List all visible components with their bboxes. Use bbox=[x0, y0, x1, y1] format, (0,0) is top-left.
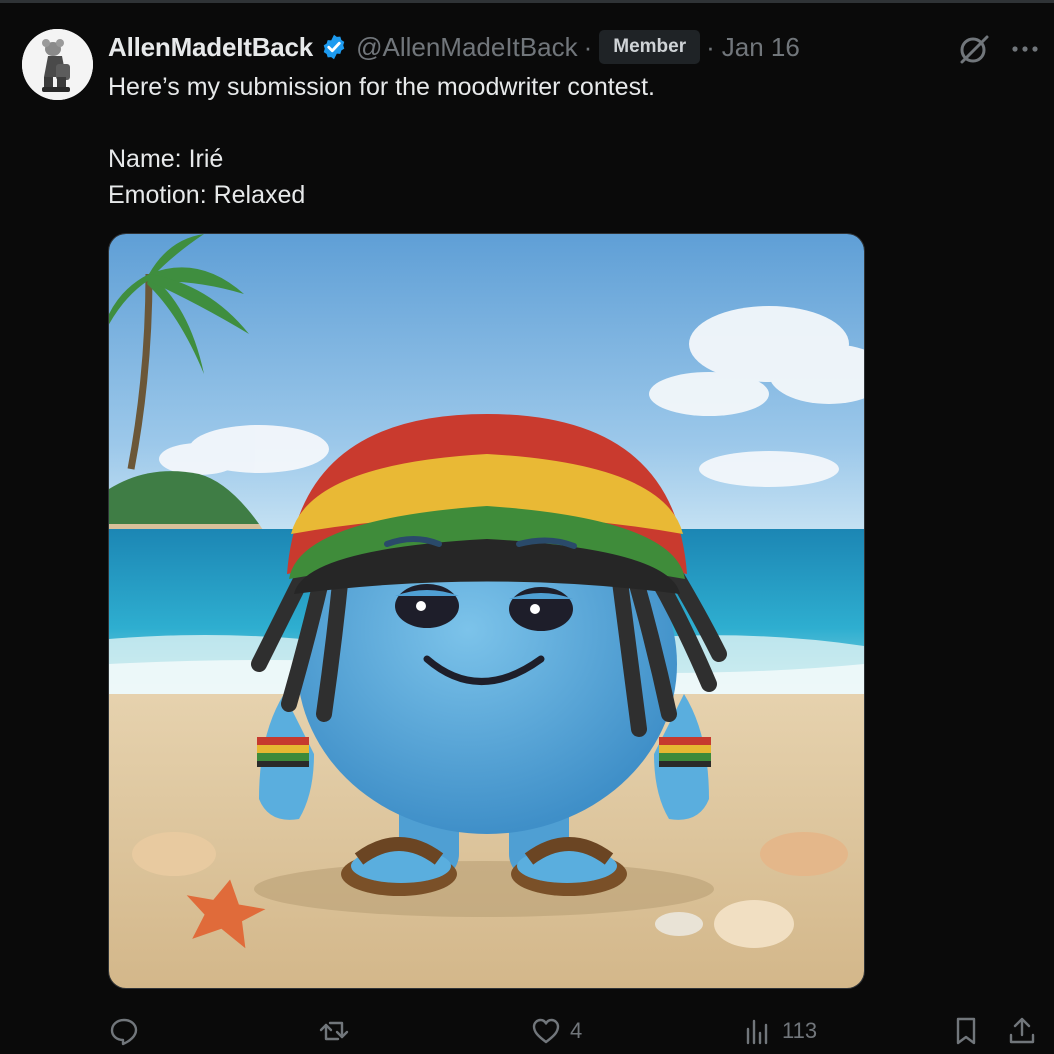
author-name[interactable]: AllenMadeItBack bbox=[108, 32, 313, 63]
avatar-figure-icon bbox=[22, 29, 93, 100]
views-chart-icon bbox=[746, 1019, 768, 1045]
post-text-line: Here’s my submission for the moodwriter … bbox=[108, 73, 655, 101]
reply-button[interactable] bbox=[108, 1011, 148, 1051]
post-card[interactable]: AllenMadeItBack @AllenMadeItBack · Membe… bbox=[0, 3, 1054, 1054]
more-icon[interactable] bbox=[1010, 37, 1040, 61]
share-icon bbox=[1009, 1017, 1035, 1044]
repost-icon bbox=[319, 1021, 349, 1041]
like-button[interactable]: 4 bbox=[530, 1011, 582, 1051]
post-image[interactable] bbox=[108, 233, 865, 989]
bookmark-icon bbox=[956, 1017, 976, 1045]
post-date[interactable]: Jan 16 bbox=[722, 32, 800, 63]
grok-icon[interactable] bbox=[956, 31, 992, 67]
views-button[interactable]: 113 bbox=[742, 1011, 817, 1051]
post-text: Here’s my submission for the moodwriter … bbox=[108, 69, 1008, 213]
avatar[interactable] bbox=[22, 29, 93, 100]
separator-dot: · bbox=[706, 31, 715, 62]
heart-icon bbox=[532, 1018, 560, 1044]
post-header: AllenMadeItBack @AllenMadeItBack · Membe… bbox=[108, 30, 800, 64]
bookmark-button[interactable] bbox=[950, 1011, 982, 1051]
like-count: 4 bbox=[570, 1018, 583, 1043]
action-bar: 4 113 bbox=[108, 1011, 1048, 1051]
verified-badge-icon bbox=[323, 34, 345, 60]
separator-dot: · bbox=[583, 31, 593, 62]
author-handle[interactable]: @AllenMadeItBack bbox=[356, 32, 578, 63]
share-button[interactable] bbox=[1006, 1011, 1038, 1051]
beach-character-image bbox=[109, 234, 864, 988]
member-badge[interactable]: Member bbox=[599, 30, 701, 64]
post-text-line: Emotion: Relaxed bbox=[108, 181, 306, 209]
views-count: 113 bbox=[782, 1018, 818, 1043]
reply-icon bbox=[110, 1018, 138, 1046]
post-text-line: Name: Irié bbox=[108, 145, 224, 173]
repost-button[interactable] bbox=[318, 1011, 358, 1051]
